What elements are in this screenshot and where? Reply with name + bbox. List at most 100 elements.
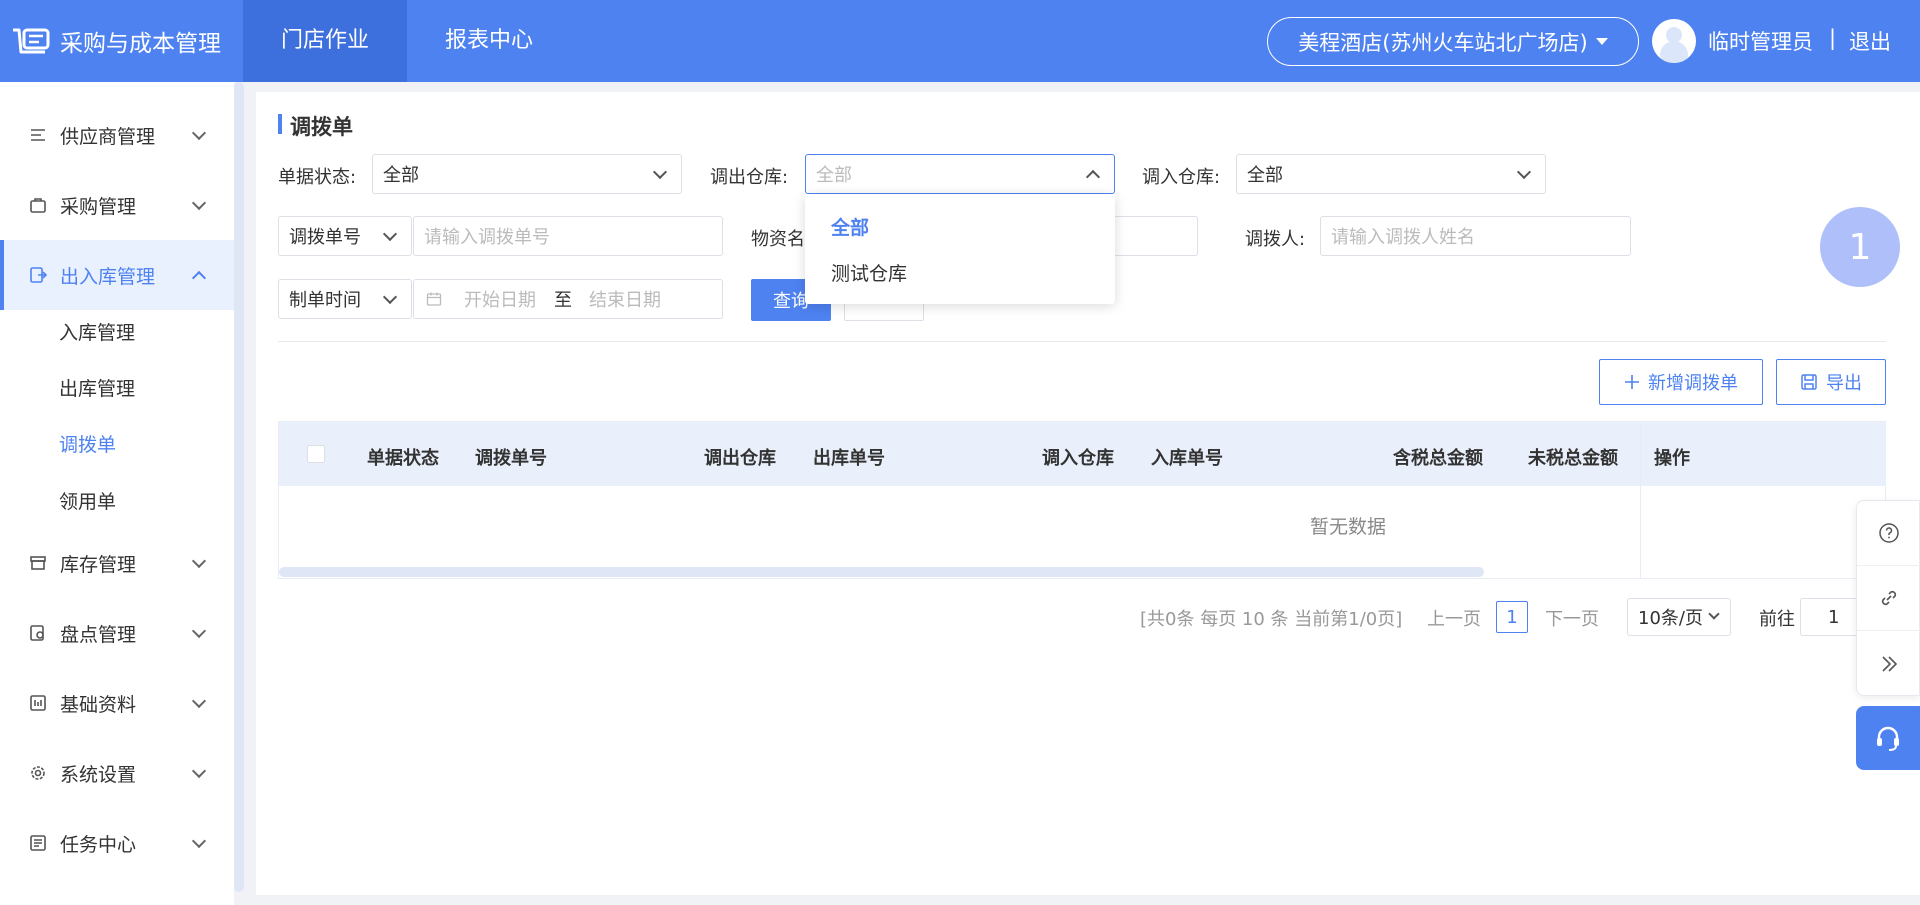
sidebar-sub-outbound[interactable]: 出库管理	[59, 374, 135, 401]
sidebar-item-label: 采购管理	[60, 195, 137, 218]
logout-link[interactable]: 退出	[1849, 26, 1891, 56]
start-date-placeholder: 开始日期	[464, 290, 536, 311]
number-type-select[interactable]: 调拨单号	[278, 216, 412, 256]
avatar[interactable]	[1652, 19, 1696, 63]
chevron-up-icon	[191, 270, 207, 286]
sidebar-item-purchase[interactable]: 采购管理	[0, 170, 234, 240]
out-warehouse-label: 调出仓库:	[710, 167, 789, 188]
sidebar-sub-transfer[interactable]: 调拨单	[59, 430, 116, 457]
sidebar-item-label: 盘点管理	[60, 623, 137, 646]
chevron-down-icon	[1708, 608, 1720, 620]
transfer-table: 单据状态 调拨单号 调出仓库 出库单号 调入仓库 入库单号 含税总金额 未税总金…	[278, 421, 1886, 579]
goto-label: 前往	[1759, 609, 1795, 630]
status-value: 全部	[383, 165, 419, 186]
transfer-person-input[interactable]: 请输入调拨人姓名	[1320, 216, 1631, 256]
transfer-no-input[interactable]: 请输入调拨单号	[413, 216, 723, 256]
stocktake-icon	[28, 623, 48, 643]
sidebar-item-label: 出入库管理	[60, 265, 156, 288]
page-size-select[interactable]: 10条/页	[1627, 598, 1731, 636]
in-warehouse-select[interactable]: 全部	[1236, 154, 1546, 194]
number-type-value: 调拨单号	[289, 227, 361, 248]
chevron-down-icon	[191, 763, 207, 779]
transfer-person-label: 调拨人:	[1245, 229, 1306, 250]
chevron-up-icon	[1085, 169, 1101, 185]
sidebar-item-settings[interactable]: 系统设置	[0, 738, 234, 808]
date-range-picker[interactable]: 开始日期 至 结束日期	[413, 279, 723, 319]
col-inbound-no: 入库单号	[1151, 448, 1223, 469]
status-select[interactable]: 全部	[372, 154, 682, 194]
export-icon	[1801, 374, 1817, 390]
in-warehouse-label: 调入仓库:	[1142, 167, 1221, 188]
time-type-select[interactable]: 制单时间	[278, 279, 412, 319]
sidebar-sub-inbound[interactable]: 入库管理	[59, 318, 135, 345]
export-button[interactable]: 导出	[1776, 359, 1886, 405]
dropdown-option-all[interactable]: 全部	[831, 213, 869, 240]
empty-text: 暂无数据	[1310, 516, 1387, 538]
operation-column: 操作	[1640, 422, 1886, 578]
sidebar-sub-requisition[interactable]: 领用单	[59, 487, 116, 514]
next-page-button[interactable]: 下一页	[1545, 605, 1599, 631]
chevron-down-icon	[191, 833, 207, 849]
help-icon	[1879, 523, 1899, 543]
page-title: 调拨单	[290, 115, 353, 139]
notification-badge[interactable]: 1	[1820, 207, 1900, 287]
store-name: 美程酒店(苏州火车站北广场店)	[1298, 30, 1588, 55]
sidebar-item-basic-data[interactable]: 基础资料	[0, 668, 234, 738]
chevron-down-icon	[191, 623, 207, 639]
basic-data-icon	[28, 693, 48, 713]
sidebar-item-label: 系统设置	[60, 763, 137, 786]
table-hscrollbar[interactable]	[279, 567, 1484, 577]
title-accent	[278, 114, 282, 134]
col-outbound-no: 出库单号	[813, 448, 885, 469]
operation-header: 操作	[1641, 422, 1886, 486]
col-in-warehouse: 调入仓库	[1042, 448, 1114, 469]
plus-icon	[1625, 375, 1639, 389]
goto-page-value: 1	[1828, 606, 1840, 628]
user-name[interactable]: 临时管理员	[1708, 26, 1813, 56]
out-warehouse-select[interactable]: 全部	[805, 154, 1115, 194]
header-separator: |	[1829, 26, 1837, 50]
add-transfer-button[interactable]: 新增调拨单	[1599, 359, 1763, 405]
nav-store-ops[interactable]: 门店作业	[243, 0, 408, 82]
dropdown-option-test-warehouse[interactable]: 测试仓库	[831, 259, 907, 286]
supplier-icon	[28, 125, 48, 145]
col-out-warehouse: 调出仓库	[704, 448, 776, 469]
sidebar-item-tasks[interactable]: 任务中心	[0, 808, 234, 878]
chevron-down-icon	[191, 693, 207, 709]
headset-icon	[1877, 726, 1899, 751]
task-icon	[28, 833, 48, 853]
material-input[interactable]	[1106, 216, 1198, 256]
in-warehouse-value: 全部	[1247, 165, 1283, 186]
date-range-separator: 至	[554, 290, 572, 311]
sidebar-item-supplier[interactable]: 供应商管理	[0, 100, 234, 170]
out-warehouse-dropdown: 全部 测试仓库	[805, 194, 1115, 304]
goto-page-input[interactable]: 1	[1800, 598, 1860, 636]
app-logo[interactable]: 采购与成本管理	[0, 0, 243, 82]
material-label: 物资名	[751, 229, 805, 250]
select-all-checkbox[interactable]	[307, 445, 325, 463]
col-amount-untaxed: 未税总金额	[1528, 448, 1618, 469]
purchase-icon	[28, 195, 48, 215]
status-label: 单据状态:	[278, 167, 357, 188]
sidebar-item-label: 任务中心	[60, 833, 137, 856]
customer-service-button[interactable]	[1856, 706, 1920, 770]
col-amount-tax: 含税总金额	[1393, 448, 1483, 469]
gear-icon	[28, 763, 48, 783]
page-number-current[interactable]: 1	[1496, 601, 1528, 633]
sidebar-item-stocktake[interactable]: 盘点管理	[0, 598, 234, 668]
link-button[interactable]	[1857, 566, 1920, 631]
collapse-button[interactable]	[1857, 631, 1920, 696]
transfer-no-placeholder: 请输入调拨单号	[424, 227, 550, 248]
calendar-icon	[426, 292, 442, 306]
page-size-value: 10条/页	[1638, 608, 1703, 629]
sidebar-scrollbar[interactable]	[234, 82, 244, 892]
sidebar-item-inventory[interactable]: 库存管理	[0, 528, 234, 598]
prev-page-button[interactable]: 上一页	[1427, 605, 1481, 631]
logo-icon	[13, 28, 50, 54]
nav-report-center[interactable]: 报表中心	[407, 0, 571, 82]
sidebar-item-stock-io[interactable]: 出入库管理	[0, 240, 234, 310]
export-label: 导出	[1826, 373, 1862, 394]
store-selector[interactable]: 美程酒店(苏州火车站北广场店)	[1267, 17, 1639, 66]
stock-io-icon	[28, 265, 48, 285]
help-button[interactable]	[1857, 501, 1920, 566]
